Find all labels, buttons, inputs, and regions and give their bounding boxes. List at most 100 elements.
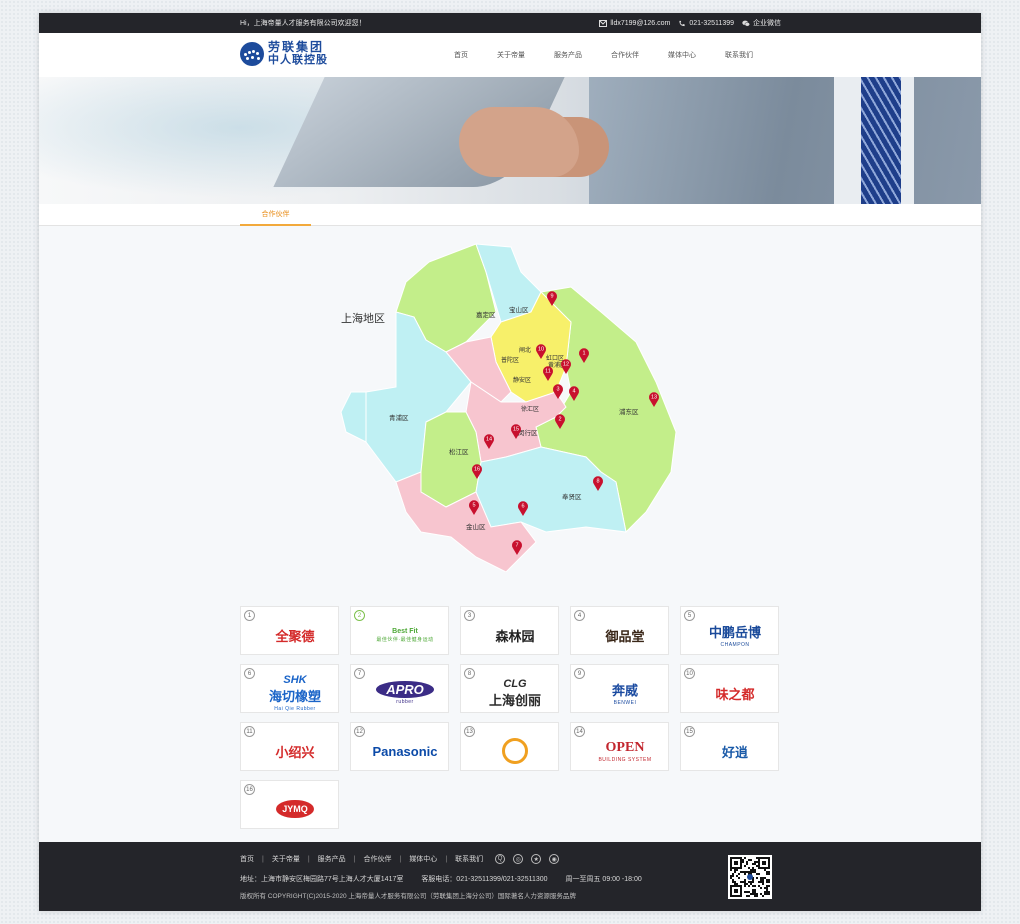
logo-text: 劳联集团 中人联控股 <box>268 41 328 67</box>
partner-logo <box>475 733 555 769</box>
label-jingan: 静安区 <box>513 376 531 384</box>
partner-logo: 森林园 <box>495 628 535 644</box>
footer-nav-home[interactable]: 首页 <box>240 854 254 864</box>
label-fengxian: 奉贤区 <box>562 492 582 501</box>
footer-nav-services[interactable]: 服务产品 <box>318 854 346 864</box>
partner-number: 7 <box>354 668 365 679</box>
partner-logo: 御品堂 <box>605 628 645 644</box>
phone-text: 021-32511399 <box>689 19 734 27</box>
partner-card-2[interactable]: 2 Best Fit 最佳伙伴·最佳健身运动 <box>350 606 449 655</box>
email-contact[interactable]: lldx7199@126.com <box>599 19 670 27</box>
partner-13-emblem-icon <box>502 738 528 764</box>
partner-card-3[interactable]: 3 森林园 <box>460 606 559 655</box>
partner-number: 6 <box>244 668 255 679</box>
label-hongkou: 虹口区 <box>546 354 564 362</box>
site-logo[interactable]: 劳联集团 中人联控股 <box>240 41 328 67</box>
welcome-text: Hi，上海帝量人才服务有限公司欢迎您！ <box>240 20 366 27</box>
section-tab-bar: 合作伙伴 <box>39 204 981 226</box>
svg-text:1: 1 <box>582 351 585 357</box>
partner-card-8[interactable]: 8 CLG 上海创丽 <box>460 664 559 713</box>
svg-text:7: 7 <box>515 543 518 549</box>
partner-number: 4 <box>574 610 585 621</box>
svg-text:4: 4 <box>572 389 575 395</box>
partner-logo: APRO rubber <box>365 675 445 711</box>
label-minhang: 闵行区 <box>518 428 538 437</box>
district-songjiang <box>420 411 482 508</box>
wechat-link[interactable]: 企业微信 <box>742 18 781 28</box>
label-putuo: 普陀区 <box>501 356 519 364</box>
partner-card-7[interactable]: 7 APRO rubber <box>350 664 449 713</box>
partner-number: 5 <box>684 610 695 621</box>
footer-contact-info: 地址：上海市静安区梅园路77号上海人才大厦1417室 客服电话：021-3251… <box>240 874 658 884</box>
page-frame: Hi，上海帝量人才服务有限公司欢迎您！ lldx7199@126.com 021… <box>39 13 981 911</box>
partner-card-1[interactable]: 1 全聚德 <box>240 606 339 655</box>
partner-number: 1 <box>244 610 255 621</box>
svg-text:15: 15 <box>513 427 519 433</box>
partner-logo: SHK 海切橡塑 Hai Qie Rubber <box>268 674 321 712</box>
partner-logo: 全聚德 <box>275 628 315 644</box>
footer-nav: 首页 | 关于帝量 | 服务产品 | 合作伙伴 | 媒体中心 | 联系我们 Q ◎ ★ ◉ <box>240 854 567 864</box>
footer-nav-media[interactable]: 媒体中心 <box>409 854 437 864</box>
nav-media[interactable]: 媒体中心 <box>668 50 696 60</box>
label-qingpu: 青浦区 <box>389 413 409 422</box>
label-songjiang: 松江区 <box>449 447 469 456</box>
label-zhabei: 闸北 <box>519 346 531 354</box>
partner-card-12[interactable]: 12 Panasonic <box>350 722 449 771</box>
partner-number: 15 <box>684 726 695 737</box>
weibo-icon[interactable]: ◎ <box>513 854 524 864</box>
label-jiading: 嘉定区 <box>476 310 496 319</box>
logo-line-2: 中人联控股 <box>268 54 328 66</box>
partner-logo: 味之都 <box>715 686 755 702</box>
wechat-text: 企业微信 <box>753 20 781 27</box>
wechat-footer-icon[interactable]: ◉ <box>549 854 560 864</box>
partner-number: 12 <box>354 726 365 737</box>
partner-card-15[interactable]: 15 好逍 <box>680 722 779 771</box>
wechat-qr-code <box>728 855 772 899</box>
partner-number: 11 <box>244 726 255 737</box>
nav-partners[interactable]: 合作伙伴 <box>611 50 639 60</box>
footer-nav-about[interactable]: 关于帝量 <box>272 854 300 864</box>
partner-number: 13 <box>464 726 475 737</box>
partner-logo: JYMQ <box>255 791 335 827</box>
phone-contact[interactable]: 021-32511399 <box>678 20 734 27</box>
partner-card-4[interactable]: 4 御品堂 <box>570 606 669 655</box>
partner-card-11[interactable]: 11 小绍兴 <box>240 722 339 771</box>
nav-home[interactable]: 首页 <box>454 50 468 60</box>
footer-nav-partners[interactable]: 合作伙伴 <box>363 854 391 864</box>
tab-partners[interactable]: 合作伙伴 <box>240 204 311 226</box>
star-icon[interactable]: ★ <box>531 854 542 864</box>
partner-logo: CLG 上海创丽 <box>488 677 541 708</box>
partner-card-6[interactable]: 6 SHK 海切橡塑 Hai Qie Rubber <box>240 664 339 713</box>
partner-number: 10 <box>684 668 695 679</box>
label-xuhui: 徐汇区 <box>521 405 539 413</box>
partner-card-16[interactable]: 16 JYMQ <box>240 780 339 829</box>
nav-services[interactable]: 服务产品 <box>554 50 582 60</box>
svg-text:16: 16 <box>474 467 480 473</box>
partner-card-10[interactable]: 10 味之都 <box>680 664 779 713</box>
svg-text:13: 13 <box>651 395 657 401</box>
footer-hotline: 客服电话：021-32511399/021-32511300 <box>421 876 548 883</box>
partner-logo: 好逍 <box>721 744 748 760</box>
svg-text:14: 14 <box>486 437 492 443</box>
partner-card-9[interactable]: 9 奔威 BENWEI <box>570 664 669 713</box>
partner-logo: Best Fit 最佳伙伴·最佳健身运动 <box>376 627 434 643</box>
partner-logo: OPEN BUILDING SYSTEM <box>598 739 652 763</box>
hero-banner-handshake <box>39 77 981 204</box>
partner-card-5[interactable]: 5 中鹏岳博 CHAMPON <box>680 606 779 655</box>
qq-icon[interactable]: Q <box>495 854 506 864</box>
svg-text:9: 9 <box>550 294 553 300</box>
nav-contact[interactable]: 联系我们 <box>725 50 753 60</box>
logo-line-1: 劳联集团 <box>268 40 325 54</box>
footer-address: 地址：上海市静安区梅园路77号上海人才大厦1417室 <box>240 876 404 883</box>
svg-text:3: 3 <box>556 387 559 393</box>
partner-card-14[interactable]: 14 OPEN BUILDING SYSTEM <box>570 722 669 771</box>
partner-logo: 小绍兴 <box>275 744 315 760</box>
partner-logo: Panasonic <box>372 743 438 759</box>
partner-number: 8 <box>464 668 475 679</box>
label-pudong: 浦东区 <box>619 407 639 416</box>
footer-nav-contact[interactable]: 联系我们 <box>455 854 483 864</box>
partner-logo: 奔威 BENWEI <box>611 683 638 706</box>
partner-card-13[interactable]: 13 <box>460 722 559 771</box>
nav-about[interactable]: 关于帝量 <box>497 50 525 60</box>
partner-number: 14 <box>574 726 585 737</box>
